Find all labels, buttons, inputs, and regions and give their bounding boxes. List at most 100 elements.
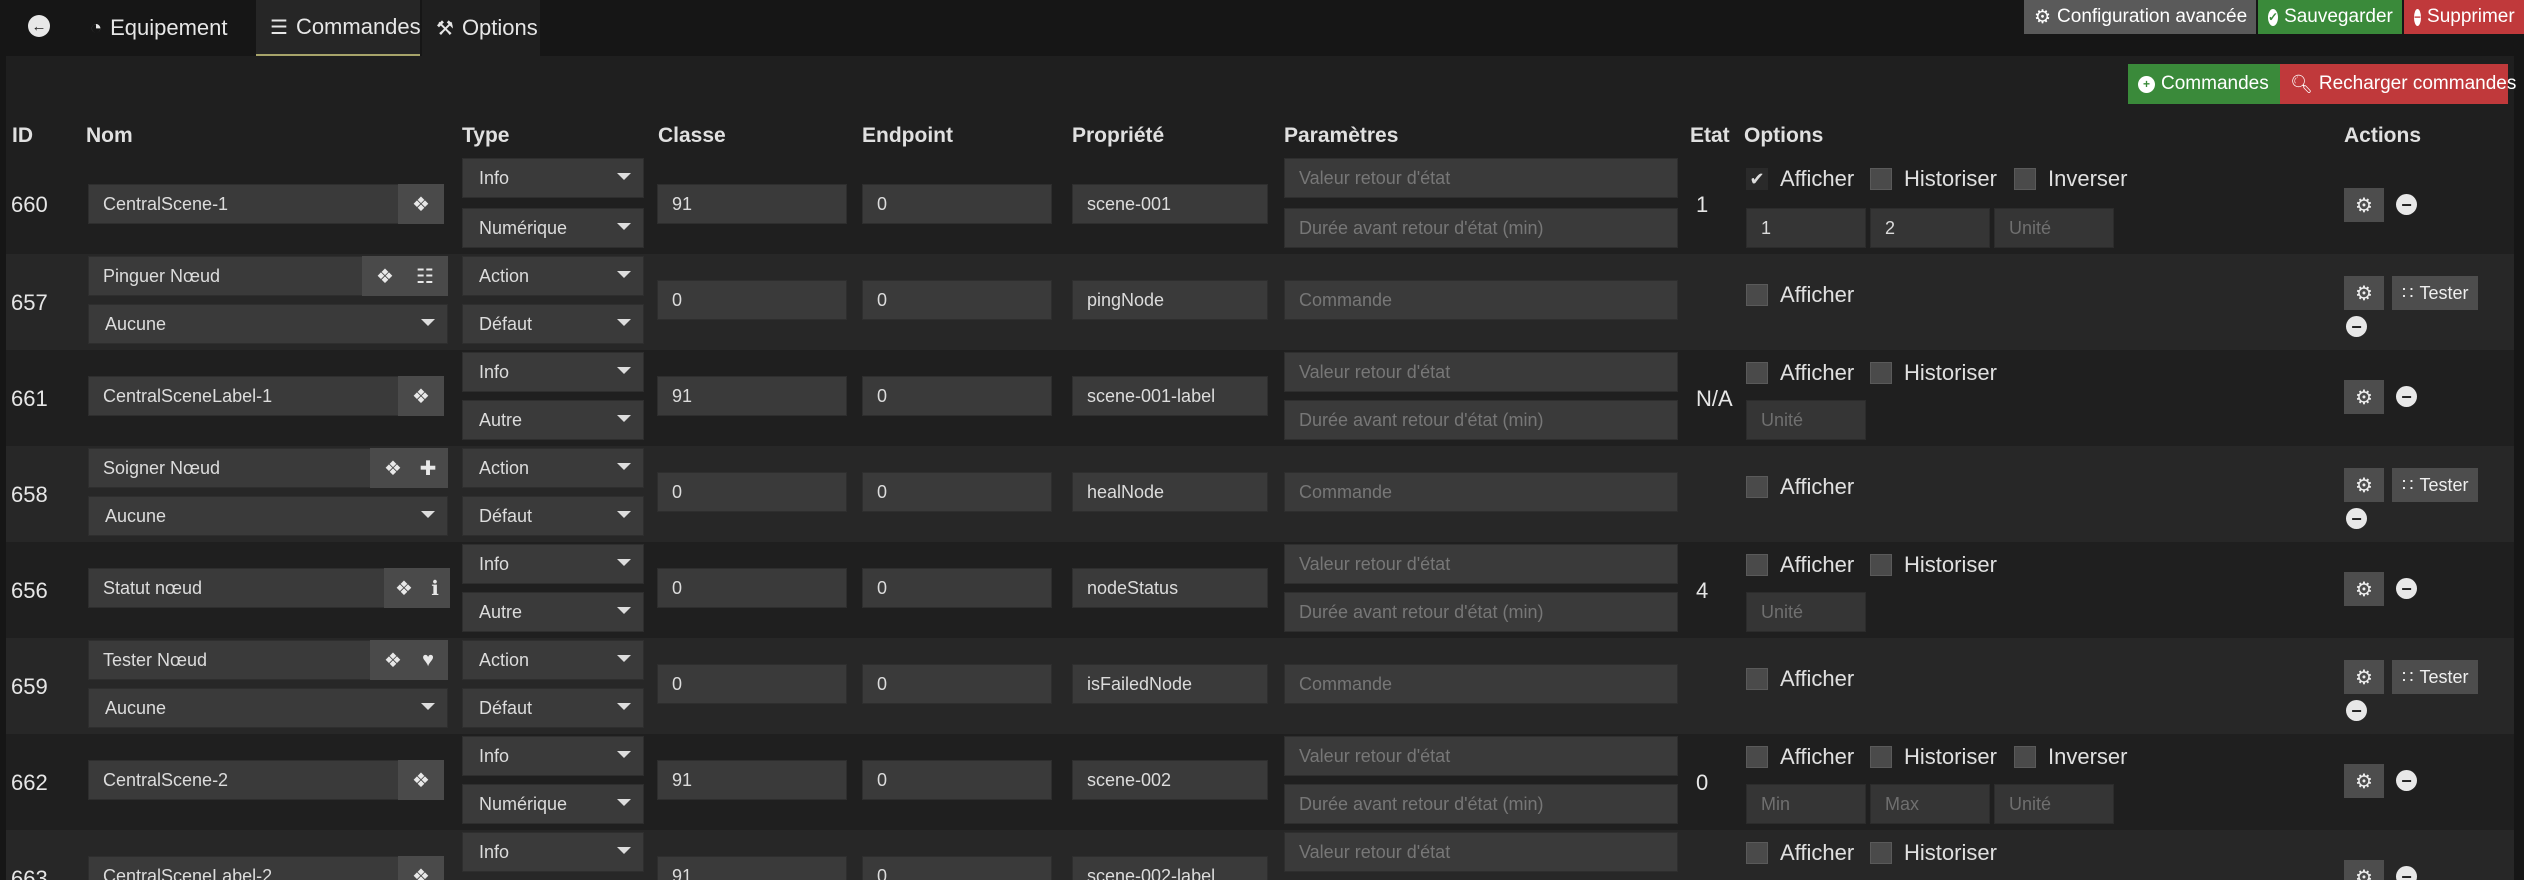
configure-button[interactable]: ⚙ [2344, 572, 2384, 606]
cmd-name-input[interactable]: Soigner Nœud [88, 448, 376, 488]
propriete-input[interactable]: nodeStatus [1072, 568, 1268, 608]
historiser-checkbox[interactable]: Historiser [1870, 360, 1997, 386]
type-select[interactable]: Info [462, 736, 644, 776]
classe-input[interactable]: 0 [657, 472, 847, 512]
remove-command-button[interactable]: − [2396, 770, 2417, 791]
test-button[interactable]: ∷ Tester [2392, 468, 2479, 502]
command-input[interactable]: Commande [1284, 280, 1678, 320]
classe-input[interactable]: 0 [657, 664, 847, 704]
endpoint-input[interactable]: 0 [862, 760, 1052, 800]
configure-button[interactable]: ⚙ [2344, 764, 2384, 798]
icon-picker-button[interactable]: ❖ [398, 376, 444, 416]
subtype-select[interactable]: Numérique [462, 784, 644, 824]
historiser-checkbox[interactable]: Historiser [1870, 840, 1997, 866]
return-delay-input[interactable]: Durée avant retour d'état (min) [1284, 400, 1678, 440]
propriete-input[interactable]: scene-002-label [1072, 856, 1268, 880]
afficher-checkbox[interactable]: Afficher [1746, 666, 1854, 692]
unit-input[interactable]: Unité [1746, 592, 1866, 632]
remove-command-button[interactable]: − [2346, 700, 2367, 721]
endpoint-input[interactable]: 0 [862, 184, 1052, 224]
save-button[interactable]: ✓ Sauvegarder [2258, 0, 2402, 34]
tab-options[interactable]: ⚒ Options [422, 0, 540, 56]
cmd-name-input[interactable]: Pinguer Nœud [88, 256, 368, 296]
value-select[interactable]: Aucune [88, 496, 448, 536]
remove-command-button[interactable]: − [2396, 578, 2417, 599]
value-select[interactable]: Aucune [88, 304, 448, 344]
return-delay-input[interactable]: Durée avant retour d'état (min) [1284, 784, 1678, 824]
endpoint-input[interactable]: 0 [862, 568, 1052, 608]
remove-command-button[interactable]: − [2346, 508, 2367, 529]
subtype-select[interactable]: Numérique [462, 208, 644, 248]
tab-commandes[interactable]: ☰ Commandes [256, 0, 421, 56]
subtype-select[interactable]: Défaut [462, 496, 644, 536]
tab-equipement[interactable]: ◔ Equipement [76, 0, 242, 56]
configure-button[interactable]: ⚙ [2344, 380, 2384, 414]
endpoint-input[interactable]: 0 [862, 376, 1052, 416]
classe-input[interactable]: 0 [657, 568, 847, 608]
cmd-name-input[interactable]: CentralScene-1 [88, 184, 404, 224]
return-value-input[interactable]: Valeur retour d'état [1284, 544, 1678, 584]
configure-button[interactable]: ⚙ [2344, 660, 2384, 694]
icon-picker-button[interactable]: ❖ [384, 568, 424, 608]
cmd-name-input[interactable]: Statut nœud [88, 568, 390, 608]
inverser-checkbox[interactable]: Inverser [2014, 744, 2127, 770]
afficher-checkbox[interactable]: Afficher [1746, 552, 1854, 578]
inverser-checkbox[interactable]: Inverser [2014, 166, 2127, 192]
remove-command-button[interactable]: − [2346, 316, 2367, 337]
afficher-checkbox[interactable]: Afficher [1746, 474, 1854, 500]
classe-input[interactable]: 0 [657, 280, 847, 320]
type-select[interactable]: Action [462, 256, 644, 296]
subtype-select[interactable]: Défaut [462, 688, 644, 728]
type-select[interactable]: Info [462, 544, 644, 584]
configure-button[interactable]: ⚙ [2344, 188, 2384, 222]
classe-input[interactable]: 91 [657, 376, 847, 416]
icon-picker-button[interactable]: ❖ [398, 184, 444, 224]
return-value-input[interactable]: Valeur retour d'état [1284, 832, 1678, 872]
remove-command-button[interactable]: − [2396, 866, 2417, 880]
return-delay-input[interactable]: Durée avant retour d'état (min) [1284, 208, 1678, 248]
unit-input[interactable]: Unité [1994, 784, 2114, 824]
value-select[interactable]: Aucune [88, 688, 448, 728]
propriete-input[interactable]: scene-001 [1072, 184, 1268, 224]
command-input[interactable]: Commande [1284, 472, 1678, 512]
subtype-select[interactable]: Autre [462, 592, 644, 632]
subtype-select[interactable]: Autre [462, 400, 644, 440]
historiser-checkbox[interactable]: Historiser [1870, 166, 1997, 192]
test-button[interactable]: ∷ Tester [2392, 276, 2479, 310]
advanced-config-button[interactable]: ⚙ Configuration avancée [2024, 0, 2256, 34]
return-value-input[interactable]: Valeur retour d'état [1284, 736, 1678, 776]
test-button[interactable]: ∷ Tester [2392, 660, 2479, 694]
afficher-checkbox[interactable]: Afficher [1746, 360, 1854, 386]
reload-commands-button[interactable]: 🔍︎ Recharger commandes [2280, 64, 2516, 104]
cmd-name-input[interactable]: CentralSceneLabel-2 [88, 856, 404, 880]
endpoint-input[interactable]: 0 [862, 472, 1052, 512]
historiser-checkbox[interactable]: Historiser [1870, 552, 1997, 578]
min-input[interactable]: Min [1746, 784, 1866, 824]
afficher-checkbox[interactable]: Afficher [1746, 840, 1854, 866]
propriete-input[interactable]: scene-001-label [1072, 376, 1268, 416]
cmd-name-input[interactable]: CentralSceneLabel-1 [88, 376, 404, 416]
min-input[interactable]: 1 [1746, 208, 1866, 248]
icon-picker-button[interactable]: ❖ [398, 856, 444, 880]
return-value-input[interactable]: Valeur retour d'état [1284, 352, 1678, 392]
type-select[interactable]: Action [462, 640, 644, 680]
classe-input[interactable]: 91 [657, 760, 847, 800]
historiser-checkbox[interactable]: Historiser [1870, 744, 1997, 770]
subtype-select[interactable]: Défaut [462, 304, 644, 344]
delete-button[interactable]: − Supprimer [2404, 0, 2524, 34]
cmd-name-input[interactable]: CentralScene-2 [88, 760, 404, 800]
return-value-input[interactable]: Valeur retour d'état [1284, 158, 1678, 198]
remove-command-button[interactable]: − [2396, 386, 2417, 407]
return-delay-input[interactable]: Durée avant retour d'état (min) [1284, 592, 1678, 632]
configure-button[interactable]: ⚙ [2344, 468, 2384, 502]
type-select[interactable]: Info [462, 352, 644, 392]
endpoint-input[interactable]: 0 [862, 280, 1052, 320]
remove-command-button[interactable]: − [2396, 194, 2417, 215]
configure-button[interactable]: ⚙ [2344, 860, 2384, 880]
propriete-input[interactable]: isFailedNode [1072, 664, 1268, 704]
type-select[interactable]: Action [462, 448, 644, 488]
propriete-input[interactable]: healNode [1072, 472, 1268, 512]
icon-picker-button[interactable]: ❖ [398, 760, 444, 800]
unit-input[interactable]: Unité [1994, 208, 2114, 248]
cmd-name-input[interactable]: Tester Nœud [88, 640, 376, 680]
